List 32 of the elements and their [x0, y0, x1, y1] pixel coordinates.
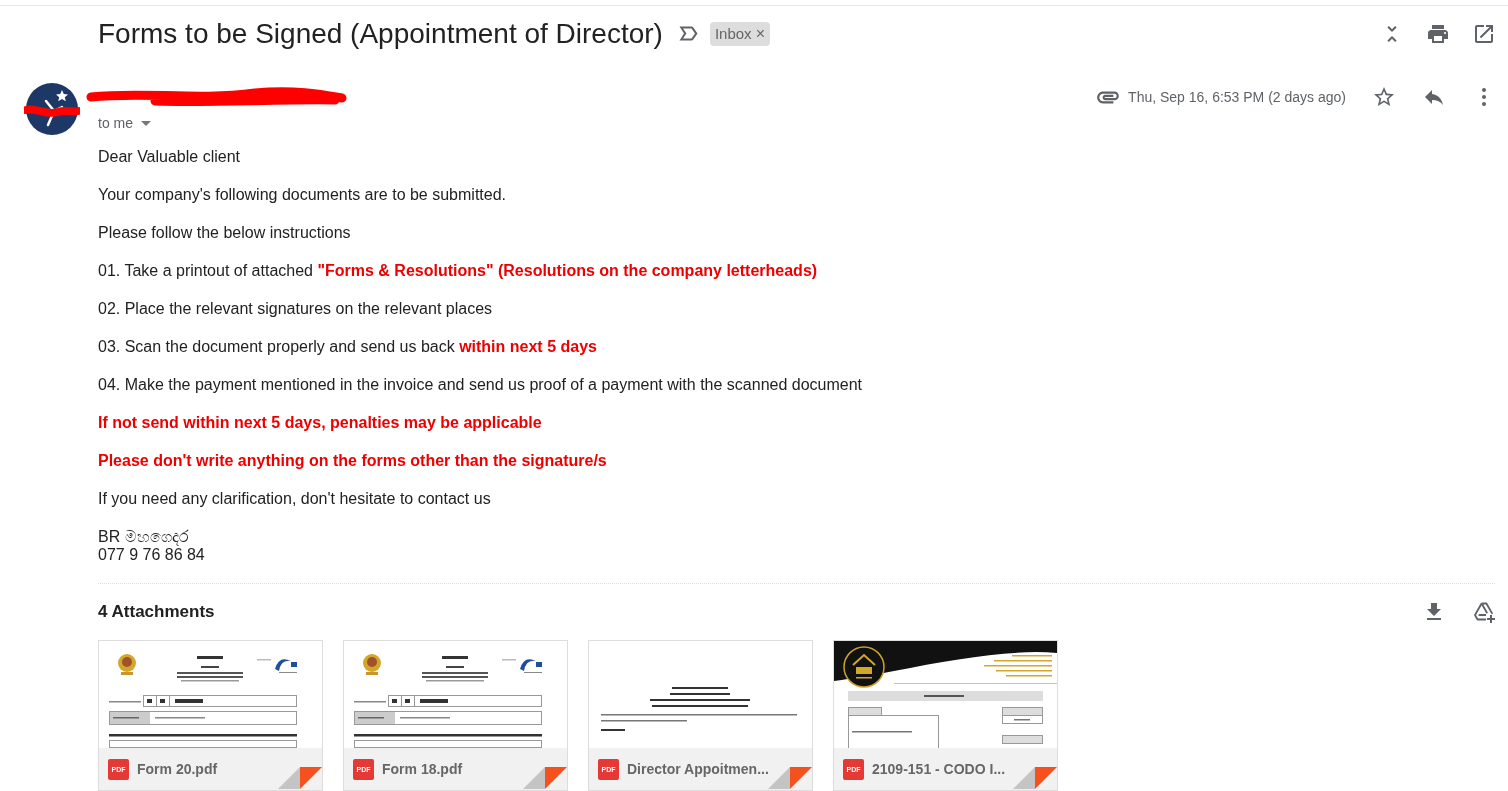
page-corner-icon	[1013, 767, 1057, 789]
file-name: Form 20.pdf	[137, 759, 218, 779]
caret-icon	[141, 120, 151, 126]
warning-text: If not send within next 5 days, penalties may be applicable	[98, 413, 542, 432]
email-subject: Forms to be Signed (Appointment of Director)	[98, 16, 663, 51]
paperclip-icon	[1096, 90, 1121, 104]
message-text: Please follow the below instructions	[98, 223, 351, 242]
label-text: Inbox	[714, 23, 752, 44]
add-to-drive-icon[interactable]	[1472, 600, 1496, 624]
signature-text: 077 9 76 86 84	[98, 546, 205, 564]
message-text: Your company's following documents are to be submitted.	[98, 185, 507, 204]
message-text: Dear Valuable client	[98, 147, 240, 166]
star-icon[interactable]	[1372, 85, 1396, 109]
importance-marker-icon[interactable]	[678, 26, 698, 41]
message-text: 01. Take a printout of attached "Forms & Resolutions" (Resolutions on the company letterheads)	[98, 261, 818, 280]
file-name: Director Appoitmen...	[627, 759, 769, 779]
warning-text: Please don't write anything on the forms other than the signature/s	[98, 451, 607, 470]
recipient-details-button[interactable]: to me	[98, 113, 151, 133]
message-date: Thu, Sep 16, 6:53 PM (2 days ago)	[1128, 87, 1346, 107]
page-corner-icon	[523, 767, 567, 789]
avatar-icon	[24, 83, 80, 135]
message-text: 02. Place the relevant signatures on the relevant places	[98, 299, 493, 318]
file-name: 2109-151 - CODO I...	[872, 759, 1006, 779]
file-name: Form 18.pdf	[382, 759, 463, 779]
page-corner-icon	[278, 767, 322, 789]
message-text: 04. Make the payment mentioned in the invoice and send us proof of a payment with the scanned document	[98, 375, 863, 394]
attachments-heading: 4 Attachments	[98, 601, 215, 624]
remove-label-button[interactable]: ×	[755, 21, 765, 46]
message-text: 03. Scan the document properly and send us back within next 5 days	[98, 337, 597, 356]
page-corner-icon	[768, 767, 812, 789]
message-text: If you need any clarification, don't hesitate to contact us	[98, 489, 491, 508]
signature-text: BR මහගෙදර	[98, 528, 189, 546]
